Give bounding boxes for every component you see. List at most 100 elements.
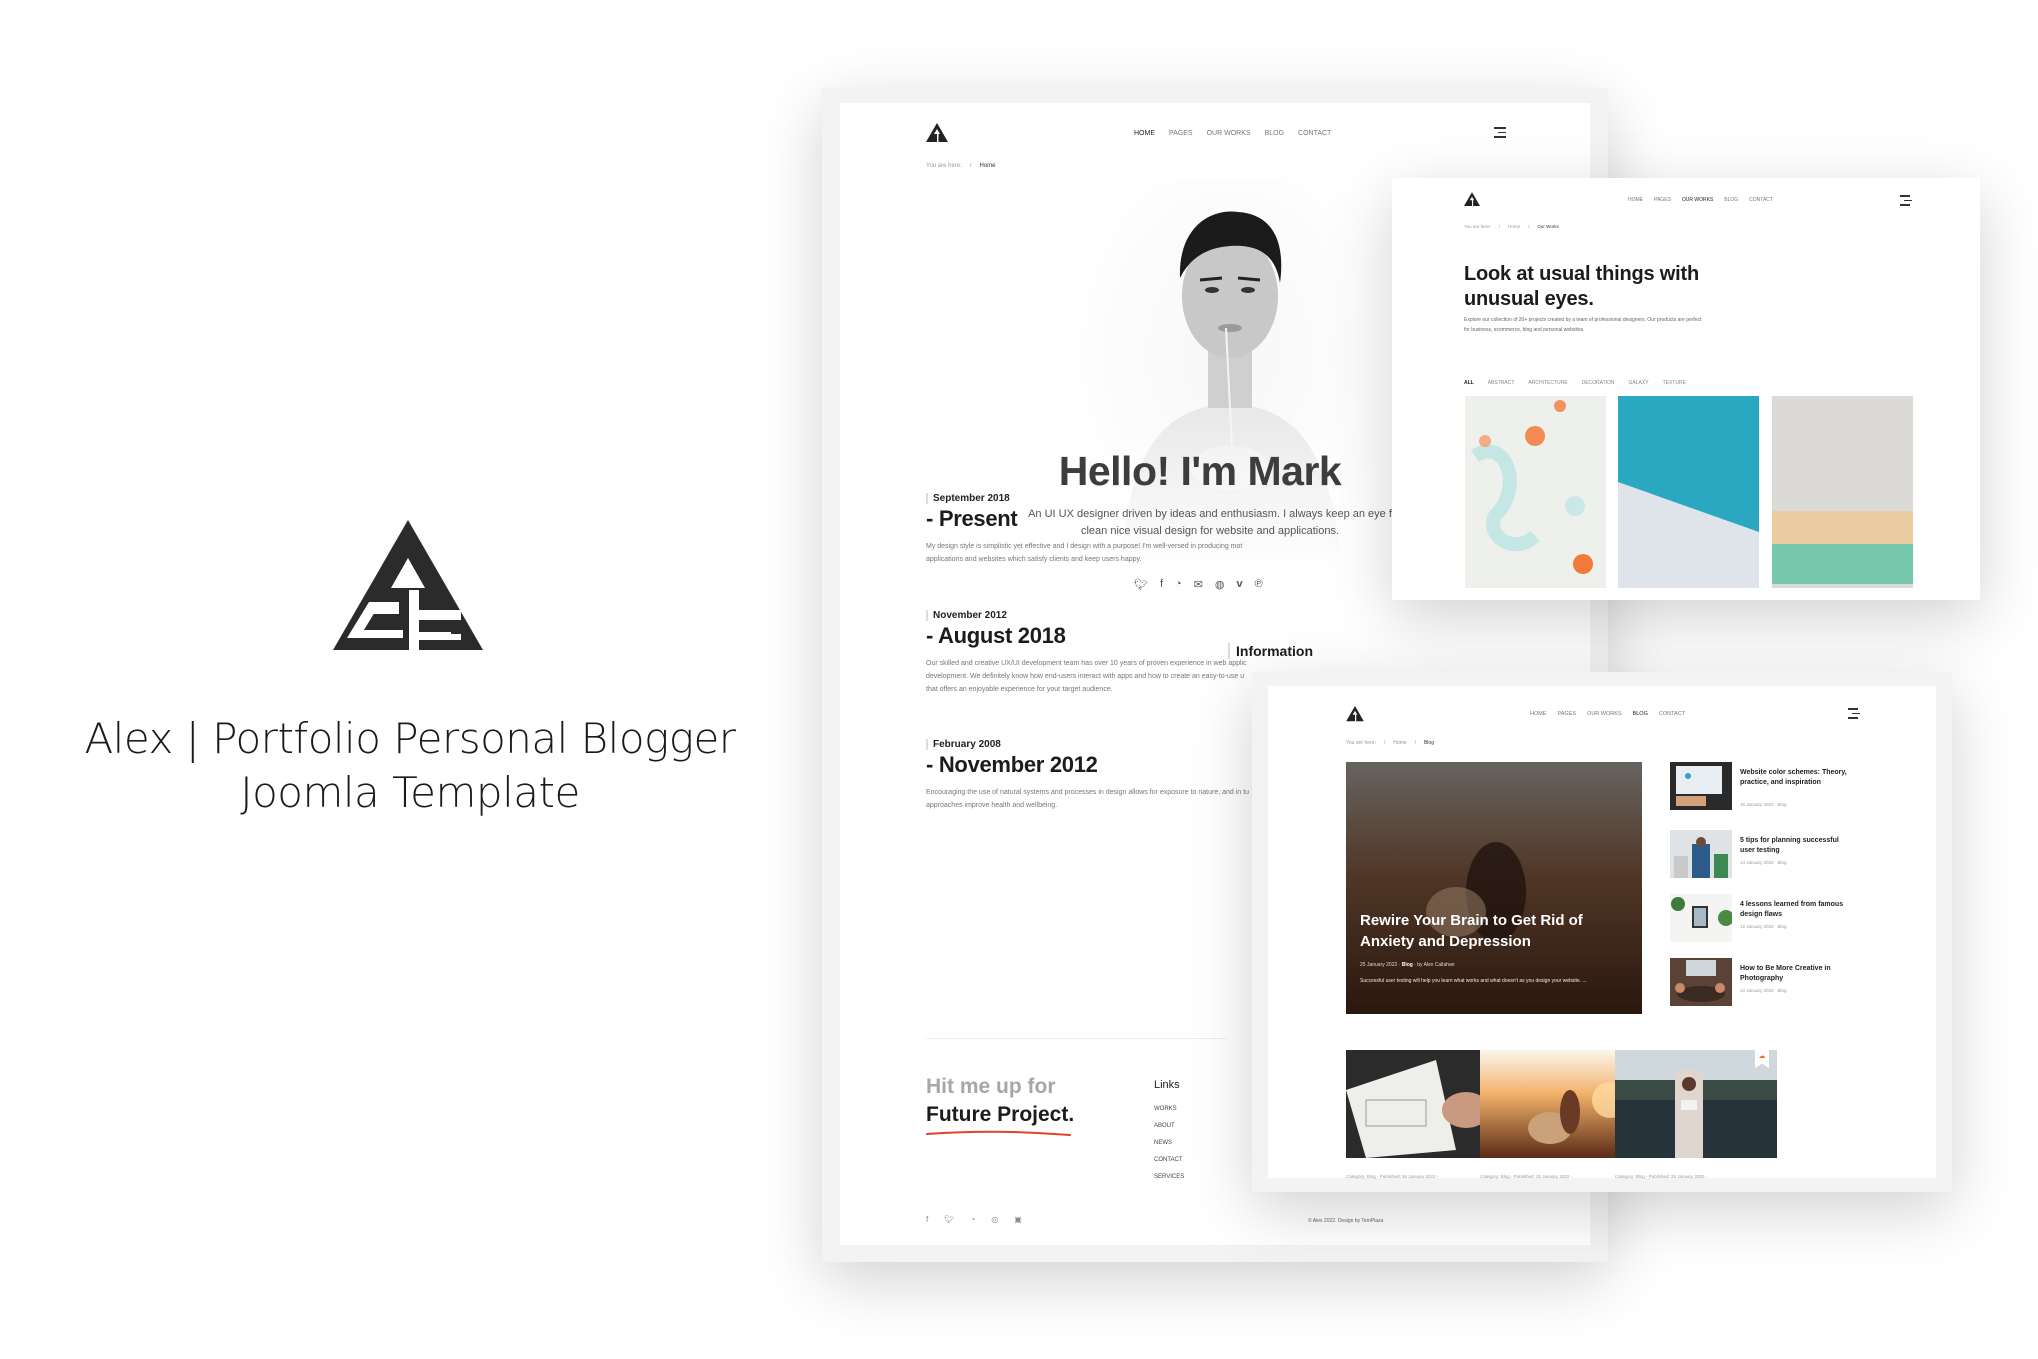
footer-link-about[interactable]: ABOUT xyxy=(1154,1118,1184,1135)
work-thumbnail-architecture[interactable] xyxy=(1618,396,1759,588)
blog-page-mockup: HOME PAGES OUR WORKS BLOG CONTACT You ar… xyxy=(1252,672,1952,1192)
side-post-thumbnail xyxy=(1670,762,1732,810)
bottom-post-image xyxy=(1615,1050,1777,1158)
youtube-icon[interactable]: ▣ xyxy=(1014,1215,1022,1224)
timeline-description-line: Encouraging the use of natural systems a… xyxy=(926,789,1249,796)
product-title: Alex | Portfolio Personal Blogger Joomla… xyxy=(60,712,760,820)
nav-home[interactable]: HOME xyxy=(1530,711,1547,717)
menu-icon[interactable] xyxy=(1900,195,1912,209)
bottom-post[interactable]: ☁ xyxy=(1615,1050,1777,1158)
nav-blog[interactable]: BLOG xyxy=(1265,130,1284,137)
nav-blog[interactable]: BLOG xyxy=(1724,197,1738,203)
footer-link-services[interactable]: SERVICES xyxy=(1154,1169,1184,1186)
timeline-description: My design style is simplistic yet effect… xyxy=(926,540,1286,566)
breadcrumb-prefix: You are here: xyxy=(1346,740,1376,746)
breadcrumb-current: Home xyxy=(979,163,996,169)
nav-our-works[interactable]: OUR WORKS xyxy=(1682,197,1713,203)
filter-all[interactable]: ALL xyxy=(1464,380,1474,386)
side-post-title[interactable]: 5 tips for planning successful user test… xyxy=(1740,836,1850,856)
pinterest-icon[interactable]: ℗ xyxy=(1255,578,1263,591)
bottom-post-meta: Category: Blog - Published: 26 January 2… xyxy=(1346,1174,1439,1179)
side-post-meta: 12 January 2022 · Blog xyxy=(1740,924,1787,929)
nav-pages[interactable]: PAGES xyxy=(1169,130,1193,137)
filter-architecture[interactable]: ARCHITECTURE xyxy=(1528,380,1567,386)
breadcrumb-separator: / xyxy=(1414,740,1416,746)
footer-link-works[interactable]: WORKS xyxy=(1154,1101,1184,1118)
side-post[interactable]: 4 lessons learned from famous design fla… xyxy=(1670,894,1870,944)
cta-line2[interactable]: Future Project. xyxy=(926,1103,1074,1127)
nav-pages[interactable]: PAGES xyxy=(1558,711,1577,717)
side-post[interactable]: 5 tips for planning successful user test… xyxy=(1670,830,1870,880)
side-post-category[interactable]: Blog xyxy=(1778,860,1787,865)
twitter-icon[interactable]: 🐦︎ xyxy=(944,1215,954,1224)
featured-post-title[interactable]: Rewire Your Brain to Get Rid of Anxiety … xyxy=(1360,910,1640,952)
side-post-date: 10 January 2022 xyxy=(1740,988,1774,993)
nav-our-works[interactable]: OUR WORKS xyxy=(1207,130,1251,137)
side-post-meta: 14 January 2022 · Blog xyxy=(1740,860,1787,865)
breadcrumb-prefix: You are here: xyxy=(1464,224,1491,229)
cta-underline-decoration xyxy=(926,1130,1071,1136)
mail-icon[interactable]: ✉ xyxy=(1194,578,1203,591)
work-thumbnail-abstract[interactable] xyxy=(1465,396,1606,588)
site-logo-icon[interactable] xyxy=(926,123,948,143)
breadcrumb-home[interactable]: Home xyxy=(1393,740,1406,746)
nav-contact[interactable]: CONTACT xyxy=(1749,197,1773,203)
filter-decoration[interactable]: DECORATION xyxy=(1582,380,1615,386)
featured-post[interactable]: Rewire Your Brain to Get Rid of Anxiety … xyxy=(1346,762,1642,1014)
menu-icon[interactable] xyxy=(1848,708,1860,722)
hero-title: Hello! I'm Mark xyxy=(1058,448,1342,494)
footer-links: WORKS ABOUT NEWS CONTACT SERVICES xyxy=(1154,1101,1184,1186)
information-heading: Information xyxy=(1228,643,1313,659)
nav-blog[interactable]: BLOG xyxy=(1633,711,1648,717)
works-nav: HOME PAGES OUR WORKS BLOG CONTACT xyxy=(1628,197,1773,203)
nav-contact[interactable]: CONTACT xyxy=(1659,711,1685,717)
facebook-icon[interactable]: f xyxy=(926,1215,928,1224)
nav-pages[interactable]: PAGES xyxy=(1654,197,1671,203)
instagram-icon[interactable]: ◎ xyxy=(991,1215,998,1224)
nav-our-works[interactable]: OUR WORKS xyxy=(1587,711,1622,717)
featured-post-author: by Alex Callahan xyxy=(1417,962,1455,968)
side-post-category[interactable]: Blog xyxy=(1778,924,1787,929)
side-post-title[interactable]: 4 lessons learned from famous design fla… xyxy=(1740,900,1850,920)
github-icon[interactable]: ◔ xyxy=(970,1215,975,1224)
breadcrumb: You are here: / Home xyxy=(926,163,996,169)
timeline-description: Our skilled and creative UX/UI developme… xyxy=(926,657,1286,696)
breadcrumb-separator: / xyxy=(1383,740,1386,746)
breadcrumb-home[interactable]: Home xyxy=(1508,224,1520,229)
copyright: © Alex 2022. Design by TemPlaza xyxy=(1308,1218,1384,1224)
filter-texture[interactable]: TEXTURE xyxy=(1663,380,1686,386)
site-logo-icon[interactable] xyxy=(1464,192,1480,207)
featured-post-category[interactable]: Blog xyxy=(1402,962,1413,968)
side-post[interactable]: Website color schemes: Theory, practice,… xyxy=(1670,762,1870,812)
side-post[interactable]: How to Be More Creative in Photography 1… xyxy=(1670,958,1870,1008)
footer-link-contact[interactable]: CONTACT xyxy=(1154,1152,1184,1169)
facebook-icon[interactable]: f xyxy=(1160,578,1163,591)
side-post-title[interactable]: How to Be More Creative in Photography xyxy=(1740,964,1850,984)
footer-link-news[interactable]: NEWS xyxy=(1154,1135,1184,1152)
timeline-to: - Present xyxy=(926,506,1018,531)
nav-home[interactable]: HOME xyxy=(1134,130,1155,137)
bottom-post-meta: Category: Blog - Published: 25 January 2… xyxy=(1480,1174,1573,1179)
site-logo-icon[interactable] xyxy=(1346,706,1364,722)
side-post-thumbnail xyxy=(1670,830,1732,878)
nav-contact[interactable]: CONTACT xyxy=(1298,130,1331,137)
side-post-title[interactable]: Website color schemes: Theory, practice,… xyxy=(1740,768,1850,788)
github-icon[interactable]: ◔ xyxy=(1175,578,1182,591)
nav-home[interactable]: HOME xyxy=(1628,197,1643,203)
dribbble-icon[interactable]: ◍ xyxy=(1215,578,1225,591)
side-post-category[interactable]: Blog xyxy=(1778,988,1787,993)
section-divider xyxy=(926,1038,1226,1039)
blog-nav: HOME PAGES OUR WORKS BLOG CONTACT xyxy=(1530,711,1685,717)
vimeo-icon[interactable]: v xyxy=(1237,578,1243,591)
side-post-category[interactable]: Blog xyxy=(1778,802,1787,807)
filter-abstract[interactable]: ABSTRACT xyxy=(1488,380,1515,386)
work-thumbnail-texture[interactable] xyxy=(1772,396,1913,588)
bottom-post-meta: Category: Blog - Published: 25 January 2… xyxy=(1615,1174,1708,1179)
hero-social-links: 🐦︎ f ◔ ✉ ◍ v ℗ xyxy=(1134,578,1263,591)
filter-galaxy[interactable]: GALAXY xyxy=(1629,380,1649,386)
breadcrumb-prefix: You are here: xyxy=(926,163,962,169)
twitter-icon[interactable]: 🐦︎ xyxy=(1134,578,1148,591)
breadcrumb-separator: / xyxy=(969,163,972,169)
side-post-thumbnail xyxy=(1670,958,1732,1006)
menu-icon[interactable] xyxy=(1494,127,1506,141)
